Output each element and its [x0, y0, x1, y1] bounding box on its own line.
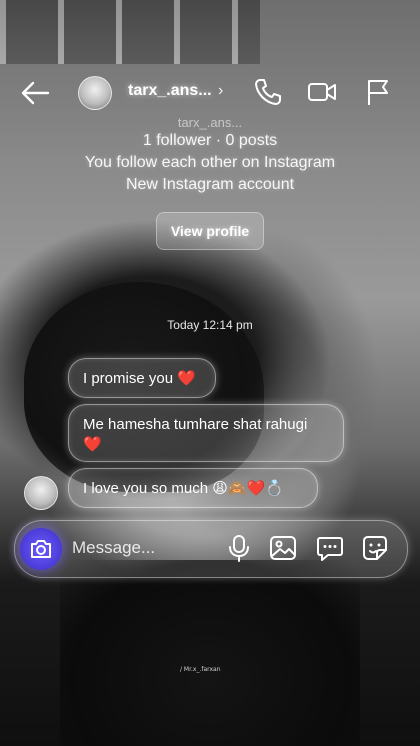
- watermark-text: / Mr.x_.farxan: [180, 666, 221, 673]
- chat-bubble-icon[interactable]: [315, 533, 345, 563]
- message-emoji: 😩🙈❤️💍: [212, 480, 284, 497]
- faded-handle: tarx_.ans...: [177, 115, 243, 130]
- message-emoji: ❤️: [177, 370, 196, 387]
- message-text: I promise you: [83, 370, 174, 387]
- sender-avatar[interactable]: [24, 476, 58, 510]
- profile-summary: tarx_.ans... 1 follower · 0 posts You fo…: [0, 116, 420, 196]
- camera-icon: [31, 540, 51, 558]
- back-arrow-icon[interactable]: [18, 78, 52, 108]
- view-profile-button[interactable]: View profile: [156, 212, 264, 250]
- phone-icon[interactable]: [252, 76, 284, 108]
- message-text: Me hamesha tumhare shat rahugi: [83, 416, 308, 433]
- account-note: New Instagram account: [125, 176, 295, 193]
- chevron-right-icon[interactable]: ›: [218, 82, 223, 100]
- message-emoji: ❤️: [83, 436, 102, 453]
- chat-header: tarx_.ans... ›: [0, 70, 420, 116]
- message-input[interactable]: Message...: [72, 538, 155, 558]
- message-bubble[interactable]: I promise you ❤️: [68, 358, 216, 398]
- background-shirt: [60, 560, 360, 746]
- message-bubble[interactable]: Me hamesha tumhare shat rahugi ❤️: [68, 404, 344, 462]
- gallery-icon[interactable]: [268, 533, 298, 563]
- message-bubble[interactable]: I love you so much 😩🙈❤️💍: [68, 468, 318, 508]
- sticker-icon[interactable]: [360, 533, 390, 563]
- contact-avatar[interactable]: [78, 76, 112, 110]
- contact-username[interactable]: tarx_.ans...: [128, 82, 212, 100]
- mutual-follow-text: You follow each other on Instagram: [84, 154, 336, 171]
- camera-button[interactable]: [20, 528, 62, 570]
- followers-posts: 1 follower · 0 posts: [142, 132, 278, 149]
- background-window: [0, 0, 260, 64]
- message-text: I love you so much: [83, 480, 209, 497]
- microphone-icon[interactable]: [224, 533, 254, 563]
- video-camera-icon[interactable]: [306, 76, 338, 108]
- message-timestamp: Today 12:14 pm: [167, 318, 253, 332]
- flag-icon[interactable]: [362, 76, 394, 108]
